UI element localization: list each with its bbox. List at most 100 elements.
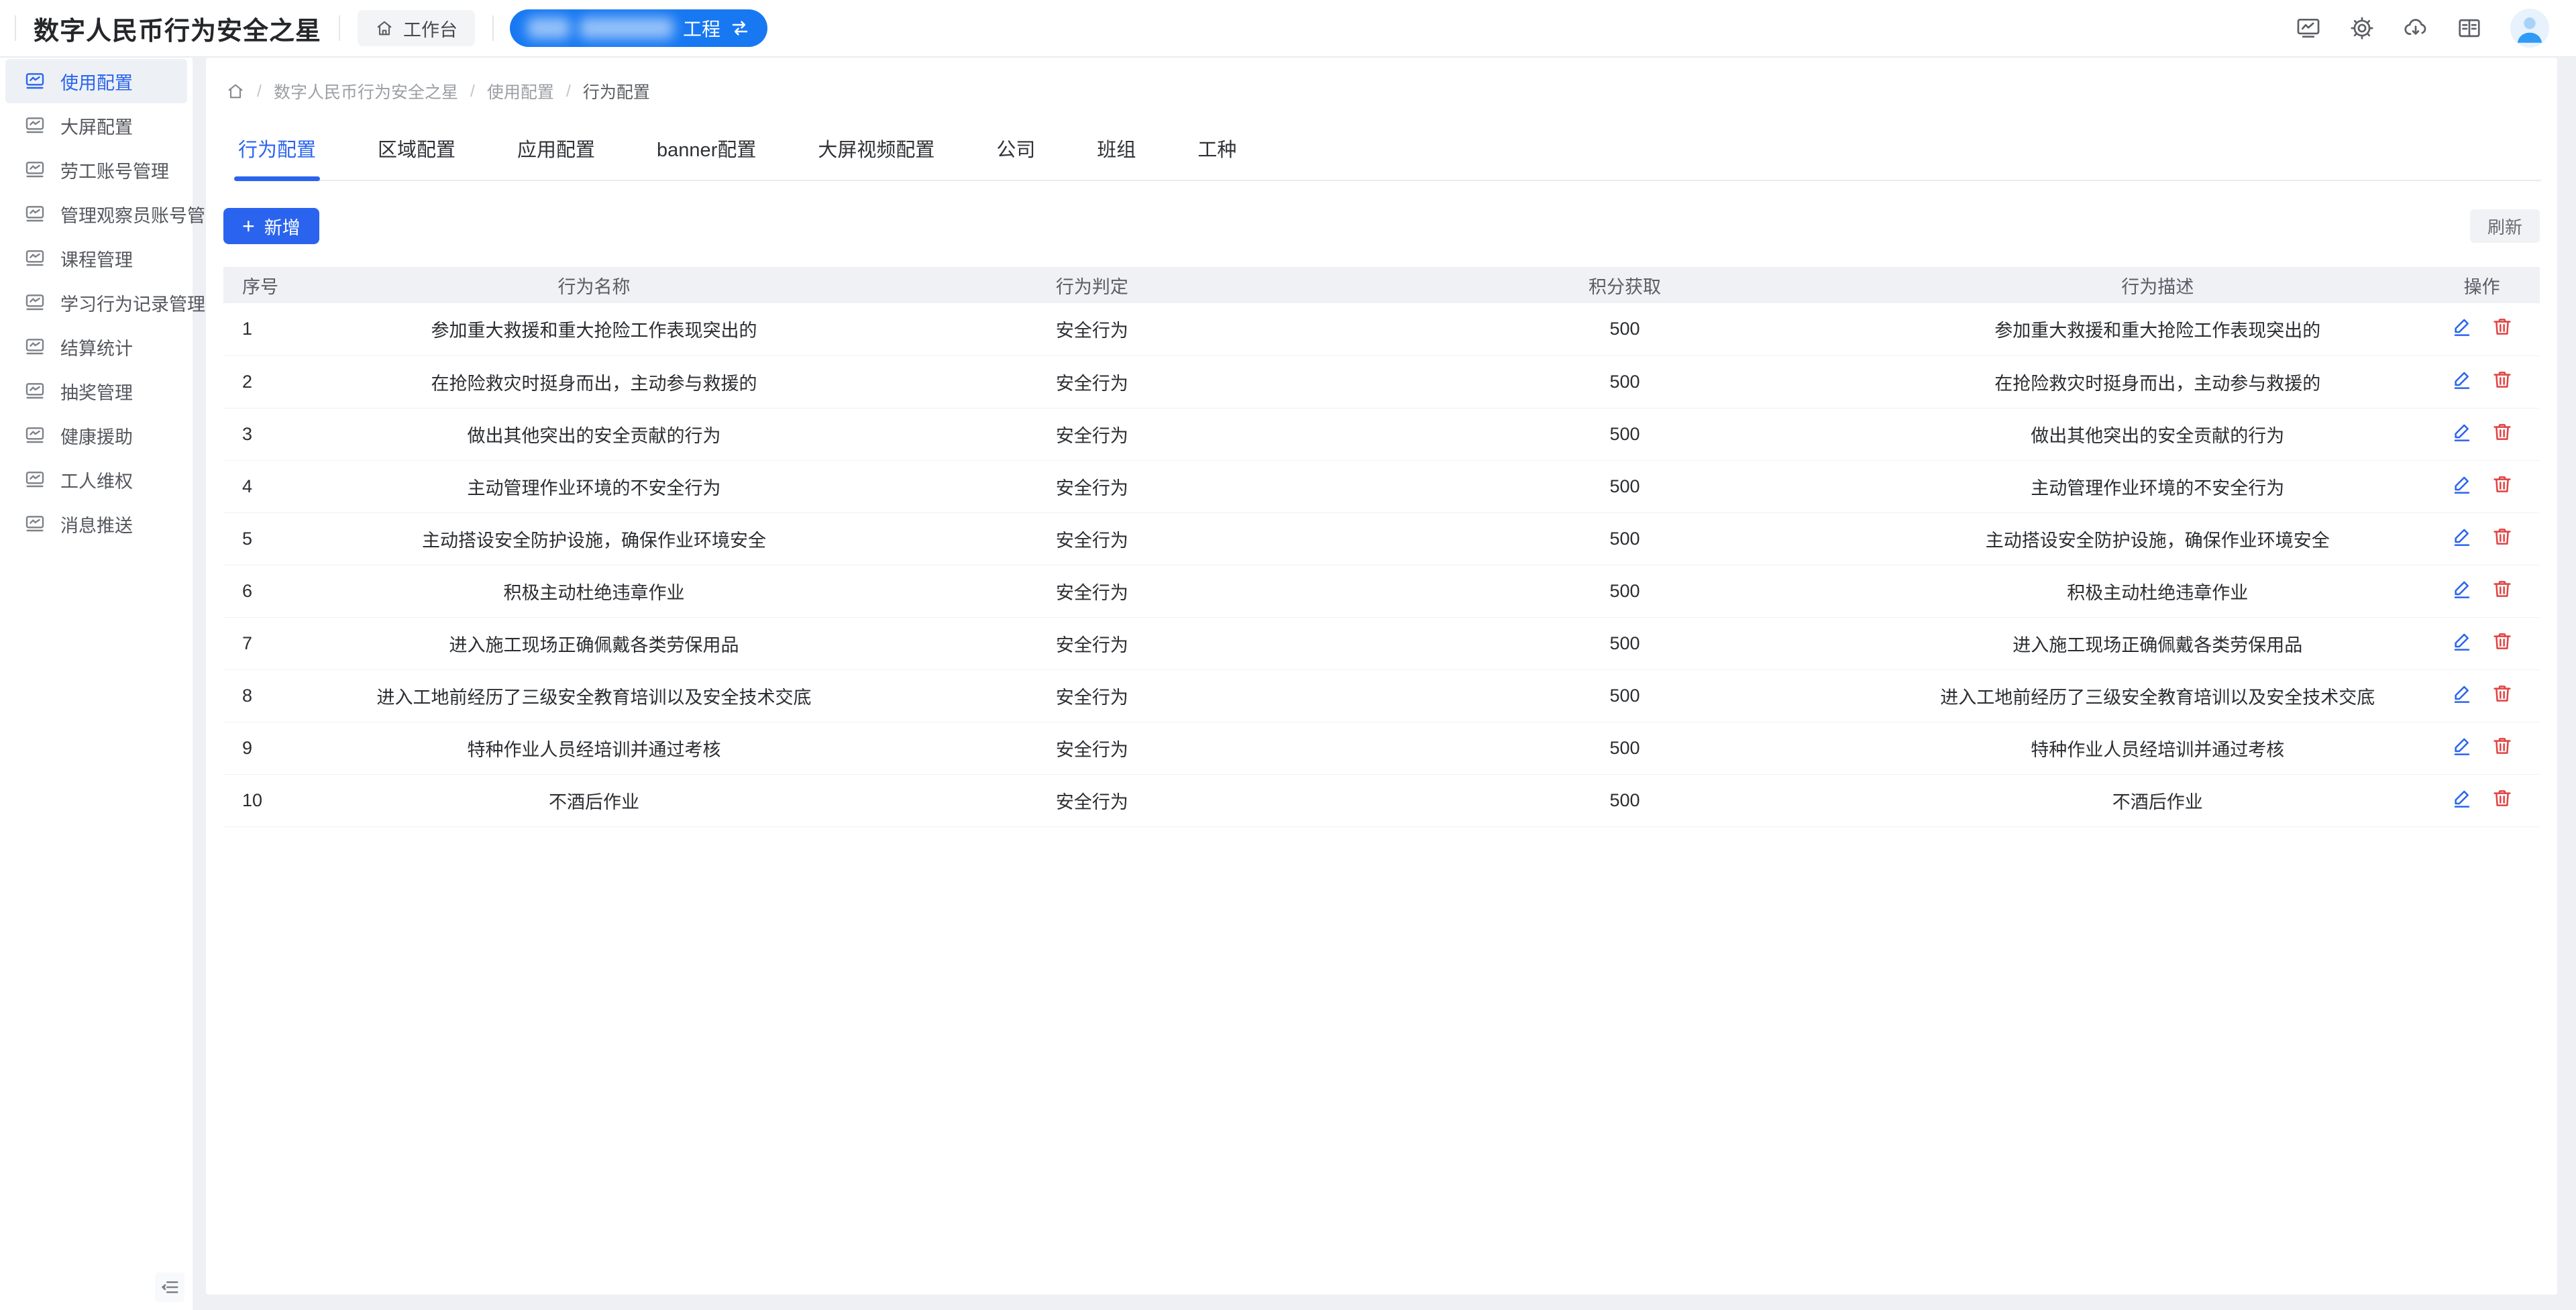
topbar-actions (2296, 9, 2576, 48)
topbar: 数字人民币行为安全之星 工作台 工程 (0, 0, 2576, 57)
delete-button[interactable] (2491, 316, 2513, 337)
edit-button[interactable] (2451, 683, 2473, 704)
toolbar: + 新增 刷新 (223, 208, 2540, 244)
tab[interactable]: 大屏视频配置 (818, 134, 934, 180)
delete-button[interactable] (2491, 787, 2513, 809)
description-cell: 特种作业人员经培训并通过考核 (1891, 722, 2424, 774)
edit-button[interactable] (2451, 316, 2473, 337)
sidebar-menu-item[interactable]: 使用配置 (5, 59, 187, 103)
trash-icon (2491, 474, 2513, 495)
screen-chart-icon (24, 513, 46, 535)
description-cell: 在抢险救灾时挺身而出，主动参与救援的 (1891, 356, 2424, 408)
sidebar-collapse-button[interactable] (155, 1272, 184, 1302)
tab[interactable]: 工种 (1197, 134, 1236, 180)
redacted-project-name (527, 17, 570, 39)
column-header-behavior-judge: 行为判定 (826, 267, 1358, 303)
sidebar-menu-item[interactable]: 工人维权 (5, 457, 187, 502)
actions-cell (2424, 774, 2540, 826)
edit-pencil-icon (2451, 787, 2473, 809)
delete-button[interactable] (2491, 421, 2513, 443)
table-row: 9 特种作业人员经培训并通过考核 安全行为 500 特种作业人员经培训并通过考核 (223, 722, 2540, 774)
breadcrumb-home-icon[interactable] (226, 82, 245, 101)
edit-button[interactable] (2451, 526, 2473, 547)
redacted-project-name (580, 17, 674, 39)
screen-chart-icon (24, 380, 46, 402)
delete-button[interactable] (2491, 683, 2513, 704)
breadcrumb-item[interactable]: / 数字人民币行为安全之星 (245, 79, 458, 103)
score-cell: 500 (1358, 669, 1891, 722)
edit-button[interactable] (2451, 421, 2473, 443)
sidebar-item-label: 工人维权 (60, 467, 133, 493)
delete-button[interactable] (2491, 369, 2513, 390)
row-index-cell: 4 (223, 460, 362, 512)
behavior-judge-cell: 安全行为 (826, 565, 1358, 617)
description-cell: 不酒后作业 (1891, 774, 2424, 826)
delete-button[interactable] (2491, 474, 2513, 495)
breadcrumb-separator: / (470, 82, 475, 101)
breadcrumb-item[interactable]: / 行为配置 (554, 79, 650, 103)
description-cell: 进入工地前经历了三级安全教育培训以及安全技术交底 (1891, 669, 2424, 722)
sidebar-menu-item[interactable]: 消息推送 (5, 502, 187, 546)
docs-book-icon[interactable] (2457, 15, 2482, 41)
sidebar-menu-item[interactable]: 课程管理 (5, 236, 187, 280)
refresh-button[interactable]: 刷新 (2470, 209, 2540, 243)
monitor-chart-icon[interactable] (2296, 15, 2321, 41)
sidebar-menu-item[interactable]: 学习行为记录管理 (5, 280, 187, 325)
score-cell: 500 (1358, 617, 1891, 669)
delete-button[interactable] (2491, 735, 2513, 757)
divider (492, 15, 494, 41)
table-header: 序号 行为名称 行为判定 积分获取 行为描述 操作 (223, 267, 2540, 303)
person-icon (2510, 9, 2549, 48)
behavior-name-cell: 进入工地前经历了三级安全教育培训以及安全技术交底 (362, 669, 826, 722)
tab[interactable]: 班组 (1097, 134, 1136, 180)
edit-button[interactable] (2451, 735, 2473, 757)
project-switcher-button[interactable]: 工程 (510, 9, 767, 47)
behavior-judge-cell: 安全行为 (826, 774, 1358, 826)
sidebar: 使用配置 大屏配置 劳工账号管理 管理观察员账号管理 (0, 58, 193, 1310)
score-cell: 500 (1358, 356, 1891, 408)
tab[interactable]: 行为配置 (238, 134, 316, 180)
add-button[interactable]: + 新增 (223, 208, 319, 244)
edit-button[interactable] (2451, 474, 2473, 495)
cloud-download-icon[interactable] (2403, 15, 2428, 41)
edit-pencil-icon (2451, 578, 2473, 600)
tab[interactable]: 公司 (996, 134, 1035, 180)
breadcrumb-item[interactable]: / 使用配置 (458, 79, 554, 103)
workspace-button[interactable]: 工作台 (358, 10, 475, 46)
row-index-cell: 10 (223, 774, 362, 826)
edit-button[interactable] (2451, 369, 2473, 390)
screen-chart-icon (24, 336, 46, 358)
edit-button[interactable] (2451, 578, 2473, 600)
screen-chart-icon (24, 159, 46, 180)
table-row: 6 积极主动杜绝违章作业 安全行为 500 积极主动杜绝违章作业 (223, 565, 2540, 617)
description-cell: 做出其他突出的安全贡献的行为 (1891, 408, 2424, 460)
sidebar-menu-item[interactable]: 结算统计 (5, 325, 187, 369)
tab[interactable]: 区域配置 (378, 134, 455, 180)
sidebar-menu-item[interactable]: 健康援助 (5, 413, 187, 457)
user-avatar[interactable] (2510, 9, 2549, 48)
edit-pencil-icon (2451, 369, 2473, 390)
tab[interactable]: 应用配置 (517, 134, 595, 180)
score-cell: 500 (1358, 460, 1891, 512)
edit-button[interactable] (2451, 787, 2473, 809)
sidebar-menu-item[interactable]: 抽奖管理 (5, 369, 187, 413)
screen-chart-icon (24, 425, 46, 446)
sidebar-menu-item[interactable]: 大屏配置 (5, 103, 187, 148)
behavior-name-cell: 积极主动杜绝违章作业 (362, 565, 826, 617)
score-cell: 500 (1358, 774, 1891, 826)
sidebar-menu-item[interactable]: 劳工账号管理 (5, 148, 187, 192)
delete-button[interactable] (2491, 578, 2513, 600)
menu-fold-icon (160, 1277, 180, 1297)
tab[interactable]: banner配置 (657, 134, 756, 180)
edit-button[interactable] (2451, 631, 2473, 652)
sidebar-menu-item[interactable]: 管理观察员账号管理 (5, 192, 187, 236)
add-button-label: 新增 (264, 213, 301, 239)
delete-button[interactable] (2491, 526, 2513, 547)
tab-label: 班组 (1097, 140, 1136, 161)
settings-gear-icon[interactable] (2349, 15, 2375, 41)
row-index-cell: 9 (223, 722, 362, 774)
score-cell: 500 (1358, 303, 1891, 356)
behavior-name-cell: 进入施工现场正确佩戴各类劳保用品 (362, 617, 826, 669)
delete-button[interactable] (2491, 631, 2513, 652)
behavior-judge-cell: 安全行为 (826, 356, 1358, 408)
